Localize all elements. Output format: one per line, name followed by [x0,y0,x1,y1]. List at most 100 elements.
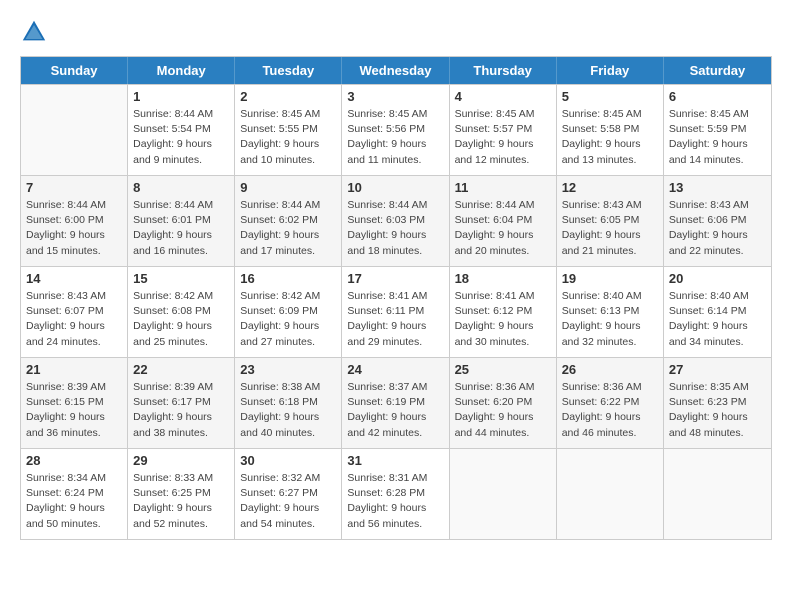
calendar-cell: 8Sunrise: 8:44 AMSunset: 6:01 PMDaylight… [128,176,235,266]
day-number: 17 [347,271,443,286]
calendar-cell: 9Sunrise: 8:44 AMSunset: 6:02 PMDaylight… [235,176,342,266]
calendar-week-row: 7 Sunrise: 8:44 AMSunset: 6:00 PMDaylight… [21,175,771,266]
calendar-cell: 15 Sunrise: 8:42 AMSunset: 6:08 PMDayligh… [128,267,235,357]
day-info: Sunrise: 8:36 AMSunset: 6:20 PMDaylight:… [455,380,551,441]
logo-icon [20,18,48,46]
day-info: Sunrise: 8:34 AMSunset: 6:24 PMDaylight:… [26,471,122,532]
day-number: 6 [669,89,766,104]
calendar-cell: 3 Sunrise: 8:45 AMSunset: 5:56 PMDaylight… [342,85,449,175]
calendar-cell: 22 Sunrise: 8:39 AMSunset: 6:17 PMDayligh… [128,358,235,448]
calendar-cell: 20 Sunrise: 8:40 AMSunset: 6:14 PMDayligh… [664,267,771,357]
day-number: 2 [240,89,336,104]
calendar-cell: 26 Sunrise: 8:36 AMSunset: 6:22 PMDayligh… [557,358,664,448]
calendar-header-cell: Sunday [21,57,128,84]
calendar-cell: 5 Sunrise: 8:45 AMSunset: 5:58 PMDaylight… [557,85,664,175]
day-info: Sunrise: 8:44 AMSunset: 6:01 PMDaylight:… [133,198,229,259]
day-number: 22 [133,362,229,377]
day-number: 26 [562,362,658,377]
day-info: Sunrise: 8:40 AMSunset: 6:13 PMDaylight:… [562,289,658,350]
day-number: 3 [347,89,443,104]
calendar-header-cell: Tuesday [235,57,342,84]
calendar-cell: 27 Sunrise: 8:35 AMSunset: 6:23 PMDayligh… [664,358,771,448]
calendar-cell: 28 Sunrise: 8:34 AMSunset: 6:24 PMDayligh… [21,449,128,539]
day-number: 19 [562,271,658,286]
calendar-cell: 16 Sunrise: 8:42 AMSunset: 6:09 PMDayligh… [235,267,342,357]
day-info: Sunrise: 8:42 AMSunset: 6:09 PMDaylight:… [240,289,336,350]
calendar-header-cell: Wednesday [342,57,449,84]
day-info: Sunrise: 8:44 AMSunset: 5:54 PMDaylight:… [133,107,229,168]
calendar-cell: 10 Sunrise: 8:44 AMSunset: 6:03 PMDayligh… [342,176,449,266]
day-number: 27 [669,362,766,377]
day-number: 16 [240,271,336,286]
calendar-header-cell: Saturday [664,57,771,84]
day-number: 15 [133,271,229,286]
calendar-cell: 14 Sunrise: 8:43 AMSunset: 6:07 PMDayligh… [21,267,128,357]
day-info: Sunrise: 8:43 AMSunset: 6:07 PMDaylight:… [26,289,122,350]
calendar-header-cell: Thursday [450,57,557,84]
day-info: Sunrise: 8:31 AMSunset: 6:28 PMDaylight:… [347,471,443,532]
day-info: Sunrise: 8:42 AMSunset: 6:08 PMDaylight:… [133,289,229,350]
calendar-cell [21,85,128,175]
day-info: Sunrise: 8:37 AMSunset: 6:19 PMDaylight:… [347,380,443,441]
calendar-header-cell: Monday [128,57,235,84]
day-number: 31 [347,453,443,468]
day-number: 14 [26,271,122,286]
day-number: 28 [26,453,122,468]
calendar-cell: 17Sunrise: 8:41 AMSunset: 6:11 PMDayligh… [342,267,449,357]
day-number: 5 [562,89,658,104]
calendar-week-row: 21 Sunrise: 8:39 AMSunset: 6:15 PMDayligh… [21,357,771,448]
day-number: 7 [26,180,122,195]
calendar-cell [557,449,664,539]
day-number: 13 [669,180,766,195]
calendar-week-row: 1Sunrise: 8:44 AMSunset: 5:54 PMDaylight… [21,84,771,175]
logo [20,18,52,46]
day-info: Sunrise: 8:45 AMSunset: 5:55 PMDaylight:… [240,107,336,168]
day-number: 23 [240,362,336,377]
calendar-cell: 31 Sunrise: 8:31 AMSunset: 6:28 PMDayligh… [342,449,449,539]
calendar-cell: 7 Sunrise: 8:44 AMSunset: 6:00 PMDaylight… [21,176,128,266]
day-info: Sunrise: 8:45 AMSunset: 5:56 PMDaylight:… [347,107,443,168]
calendar-cell: 18 Sunrise: 8:41 AMSunset: 6:12 PMDayligh… [450,267,557,357]
calendar-cell: 24 Sunrise: 8:37 AMSunset: 6:19 PMDayligh… [342,358,449,448]
day-number: 29 [133,453,229,468]
day-number: 24 [347,362,443,377]
day-info: Sunrise: 8:39 AMSunset: 6:17 PMDaylight:… [133,380,229,441]
day-info: Sunrise: 8:40 AMSunset: 6:14 PMDaylight:… [669,289,766,350]
calendar-cell: 23 Sunrise: 8:38 AMSunset: 6:18 PMDayligh… [235,358,342,448]
day-info: Sunrise: 8:41 AMSunset: 6:12 PMDaylight:… [455,289,551,350]
day-info: Sunrise: 8:35 AMSunset: 6:23 PMDaylight:… [669,380,766,441]
calendar-header: SundayMondayTuesdayWednesdayThursdayFrid… [21,57,771,84]
day-info: Sunrise: 8:44 AMSunset: 6:04 PMDaylight:… [455,198,551,259]
calendar-cell [450,449,557,539]
calendar-cell: 13 Sunrise: 8:43 AMSunset: 6:06 PMDayligh… [664,176,771,266]
calendar-cell: 25Sunrise: 8:36 AMSunset: 6:20 PMDayligh… [450,358,557,448]
day-number: 12 [562,180,658,195]
calendar-body: 1Sunrise: 8:44 AMSunset: 5:54 PMDaylight… [21,84,771,539]
calendar-cell: 6 Sunrise: 8:45 AMSunset: 5:59 PMDaylight… [664,85,771,175]
day-info: Sunrise: 8:39 AMSunset: 6:15 PMDaylight:… [26,380,122,441]
calendar: SundayMondayTuesdayWednesdayThursdayFrid… [20,56,772,540]
day-number: 21 [26,362,122,377]
day-info: Sunrise: 8:44 AMSunset: 6:03 PMDaylight:… [347,198,443,259]
day-info: Sunrise: 8:44 AMSunset: 6:00 PMDaylight:… [26,198,122,259]
day-info: Sunrise: 8:43 AMSunset: 6:05 PMDaylight:… [562,198,658,259]
day-number: 20 [669,271,766,286]
calendar-cell: 4Sunrise: 8:45 AMSunset: 5:57 PMDaylight… [450,85,557,175]
day-info: Sunrise: 8:32 AMSunset: 6:27 PMDaylight:… [240,471,336,532]
day-info: Sunrise: 8:43 AMSunset: 6:06 PMDaylight:… [669,198,766,259]
day-number: 10 [347,180,443,195]
day-info: Sunrise: 8:36 AMSunset: 6:22 PMDaylight:… [562,380,658,441]
day-number: 30 [240,453,336,468]
calendar-cell [664,449,771,539]
day-number: 18 [455,271,551,286]
day-info: Sunrise: 8:38 AMSunset: 6:18 PMDaylight:… [240,380,336,441]
calendar-cell: 12 Sunrise: 8:43 AMSunset: 6:05 PMDayligh… [557,176,664,266]
calendar-cell: 1Sunrise: 8:44 AMSunset: 5:54 PMDaylight… [128,85,235,175]
day-info: Sunrise: 8:45 AMSunset: 5:59 PMDaylight:… [669,107,766,168]
calendar-cell: 2 Sunrise: 8:45 AMSunset: 5:55 PMDaylight… [235,85,342,175]
page-header [10,10,782,50]
day-info: Sunrise: 8:45 AMSunset: 5:58 PMDaylight:… [562,107,658,168]
calendar-header-cell: Friday [557,57,664,84]
calendar-cell: 19 Sunrise: 8:40 AMSunset: 6:13 PMDayligh… [557,267,664,357]
day-info: Sunrise: 8:44 AMSunset: 6:02 PMDaylight:… [240,198,336,259]
